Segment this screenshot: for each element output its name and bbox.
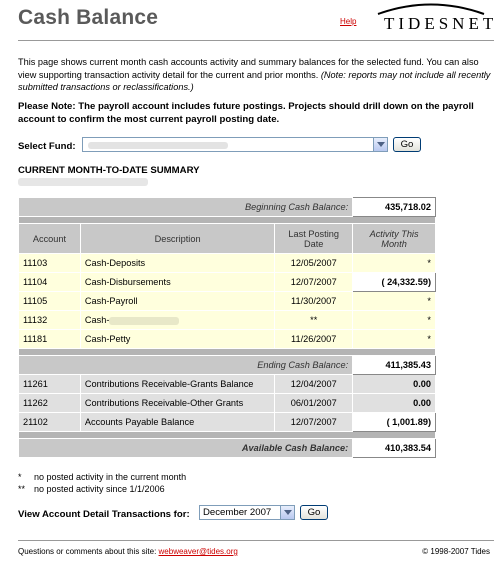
row-description: Cash-Payroll [79, 291, 276, 311]
row-date: 11/30/2007 [274, 291, 354, 311]
column-header-last-posting: Last Posting Date [274, 223, 354, 254]
table-row: 11105 Cash-Payroll 11/30/2007 * [18, 291, 436, 311]
legend-marker: ** [18, 484, 26, 494]
row-activity: * [352, 291, 436, 311]
row-activity: * [352, 253, 436, 273]
intro-text: This page shows current month cash accou… [18, 56, 494, 94]
month-select[interactable]: December 2007 [199, 505, 295, 520]
legend-text: no posted activity since 1/1/2006 [34, 484, 165, 494]
row-date: 12/04/2007 [274, 374, 354, 394]
row-activity: 0.00 [352, 393, 436, 413]
available-balance-value: 410,383.54 [352, 438, 436, 458]
chevron-down-icon[interactable] [373, 138, 387, 151]
row-activity: ( 24,332.59) [352, 272, 436, 292]
row-account: 11261 [18, 374, 81, 394]
row-account: 11104 [18, 272, 81, 292]
row-account: 11132 [18, 310, 81, 330]
fund-label: Select Fund: [18, 141, 76, 152]
ending-balance-value: 411,385.43 [352, 355, 436, 375]
logo-arc-icon [377, 3, 485, 15]
copyright: © 1998-2007 Tides [422, 547, 490, 556]
footer-contact: Questions or comments about this site: w… [18, 547, 238, 556]
table-separator [18, 348, 436, 356]
row-description: Cash- [84, 315, 110, 325]
table-row: 11104 Cash-Disbursements 12/07/2007 ( 24… [18, 272, 436, 292]
beginning-balance-label: Beginning Cash Balance: [17, 197, 354, 217]
row-date: 12/07/2007 [274, 272, 354, 292]
payroll-notice: Please Note: The payroll account include… [18, 101, 474, 125]
row-description: Cash-Petty [79, 329, 276, 349]
cash-balance-table: Beginning Cash Balance: 435,718.02 Accou… [17, 197, 436, 458]
row-activity: * [352, 310, 436, 330]
table-row: 21102 Accounts Payable Balance 12/07/200… [18, 412, 436, 432]
tidesnet-logo: TIDESNET [384, 14, 498, 33]
row-date: 12/07/2007 [274, 412, 354, 432]
column-header-description: Description [79, 223, 276, 254]
table-separator [18, 431, 436, 439]
legend-item: ** no posted activity since 1/1/2006 [18, 484, 165, 494]
row-date: 12/05/2007 [274, 253, 354, 273]
month-select-value: December 2007 [203, 507, 272, 518]
row-description-cell: Cash- [79, 310, 276, 330]
row-activity: 0.00 [352, 374, 436, 394]
summary-subtitle-redacted [18, 178, 148, 186]
ending-balance-label: Ending Cash Balance: [17, 355, 354, 375]
row-date: ** [274, 310, 354, 330]
fund-select[interactable] [82, 137, 388, 152]
beginning-balance-value: 435,718.02 [352, 197, 436, 217]
legend-marker: * [18, 472, 22, 482]
column-header-account: Account [18, 223, 81, 254]
row-account: 11103 [18, 253, 81, 273]
detail-label: View Account Detail Transactions for: [18, 509, 190, 520]
detail-go-button[interactable]: Go [300, 505, 328, 520]
chevron-down-icon[interactable] [280, 506, 294, 519]
table-row: 11181 Cash-Petty 11/26/2007 * [18, 329, 436, 349]
row-account: 11181 [18, 329, 81, 349]
row-account: 11105 [18, 291, 81, 311]
fund-go-button[interactable]: Go [393, 137, 421, 152]
summary-heading: CURRENT MONTH-TO-DATE SUMMARY [18, 165, 200, 176]
row-description: Cash-Deposits [79, 253, 276, 273]
row-description: Contributions Receivable-Grants Balance [79, 374, 276, 394]
legend-text: no posted activity in the current month [34, 472, 187, 482]
table-separator [18, 216, 436, 224]
header-divider [18, 40, 494, 41]
footer-divider [18, 540, 494, 541]
table-row: 11132 Cash- ** * [18, 310, 436, 330]
fund-select-value-redacted [88, 142, 228, 149]
row-description: Contributions Receivable-Other Grants [79, 393, 276, 413]
row-activity: ( 1,001.89) [352, 412, 436, 432]
redacted-text [109, 316, 180, 325]
row-description: Cash-Disbursements [79, 272, 276, 292]
row-date: 11/26/2007 [274, 329, 354, 349]
column-header-activity: Activity This Month [352, 223, 436, 254]
row-description: Accounts Payable Balance [79, 412, 276, 432]
table-row: 11262 Contributions Receivable-Other Gra… [18, 393, 436, 413]
page-title: Cash Balance [18, 6, 159, 29]
row-account: 11262 [18, 393, 81, 413]
help-link[interactable]: Help [340, 17, 356, 26]
email-link[interactable]: webweaver@tides.org [159, 547, 238, 556]
available-balance-label: Available Cash Balance: [17, 438, 354, 458]
row-account: 21102 [18, 412, 81, 432]
footer-text: Questions or comments about this site: [18, 547, 157, 556]
row-date: 06/01/2007 [274, 393, 354, 413]
row-activity: * [352, 329, 436, 349]
table-row: 11261 Contributions Receivable-Grants Ba… [18, 374, 436, 394]
table-row: 11103 Cash-Deposits 12/05/2007 * [18, 253, 436, 273]
legend-item: * no posted activity in the current month [18, 472, 186, 482]
